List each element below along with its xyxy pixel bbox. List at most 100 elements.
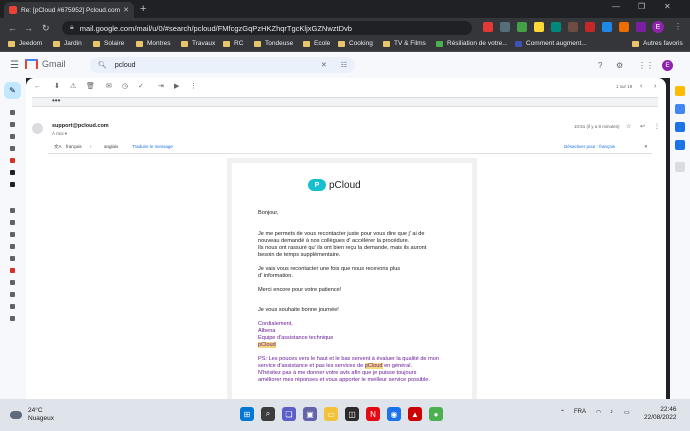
battery-icon[interactable]: ▭ — [624, 409, 630, 416]
extension-icon[interactable] — [500, 22, 510, 32]
bookmark-folder[interactable]: Jeedom — [8, 40, 42, 47]
move-to-icon[interactable]: ⇥ — [158, 83, 164, 91]
reload-icon[interactable]: ↻ — [42, 23, 50, 33]
label-icon[interactable] — [10, 280, 15, 285]
label-icon[interactable] — [10, 256, 15, 261]
more-message-icon[interactable]: ⋮ — [654, 123, 660, 130]
extension-icon[interactable] — [483, 22, 493, 32]
tasks-icon[interactable] — [675, 122, 685, 132]
label-icon[interactable] — [10, 232, 15, 237]
forward-icon[interactable]: → — [24, 23, 33, 33]
label-icon[interactable] — [10, 316, 15, 321]
bookmark-folder[interactable]: Solaire — [93, 40, 124, 47]
search-taskbar-icon[interactable]: ⌕ — [261, 407, 275, 421]
address-bar[interactable]: 🔒︎ mail.google.com/mail/u/0/#search/pclo… — [62, 21, 472, 35]
input-language[interactable]: FRA — [574, 409, 586, 415]
reply-icon[interactable]: ↩ — [640, 123, 645, 130]
disable-translation-link[interactable]: Désactiver pour : français — [564, 144, 615, 149]
delete-icon[interactable]: 🗑︎ — [86, 83, 95, 91]
main-menu-icon[interactable]: ☰ — [10, 60, 19, 71]
extension-icon[interactable] — [534, 22, 544, 32]
bookmark-folder[interactable]: Travaux — [181, 40, 215, 47]
bookmark-folder[interactable]: RC — [223, 40, 243, 47]
gmail-logo[interactable]: Gmail — [25, 59, 66, 69]
starred-icon[interactable] — [10, 122, 15, 127]
wifi-icon[interactable]: ◠ — [596, 409, 601, 416]
add-on-icon[interactable] — [675, 162, 685, 172]
minimize-icon[interactable]: — — [612, 2, 620, 11]
label-icon[interactable] — [10, 304, 15, 309]
search-options-icon[interactable]: ☷ — [341, 61, 347, 69]
extension-icon[interactable] — [568, 22, 578, 32]
new-tab-button[interactable]: + — [140, 3, 146, 15]
netflix-icon[interactable]: N — [366, 407, 380, 421]
more-options-icon[interactable]: ⋮ — [190, 83, 197, 91]
label-icon[interactable] — [10, 220, 15, 225]
sent-icon[interactable] — [10, 146, 15, 151]
report-spam-icon[interactable]: ⚠ — [70, 83, 76, 91]
sender-address[interactable]: support@pcloud.com — [52, 123, 109, 129]
bookmark-folder[interactable]: TV & Films — [383, 40, 426, 47]
volume-icon[interactable]: ♪ — [610, 409, 613, 415]
close-translate-icon[interactable]: ✕ — [644, 144, 648, 150]
puzzle-icon[interactable] — [636, 22, 646, 32]
archive-icon[interactable]: ⬇ — [54, 83, 60, 91]
contacts-icon[interactable] — [675, 140, 685, 150]
snoozed-icon[interactable] — [10, 134, 15, 139]
settings-icon[interactable]: ⚙ — [616, 61, 623, 70]
weather-widget[interactable]: 24°C Nuageux — [10, 407, 54, 422]
translate-message-link[interactable]: Traduire le message — [132, 144, 173, 149]
calendar-icon[interactable] — [675, 86, 685, 96]
chat-icon[interactable]: ▣ — [303, 407, 317, 421]
account-avatar[interactable]: E — [662, 60, 673, 71]
collapsed-messages[interactable]: ••• — [32, 96, 658, 107]
task-view-icon[interactable]: ❏ — [282, 407, 296, 421]
maximize-icon[interactable]: ❐ — [638, 2, 645, 11]
search-icon[interactable]: 🔍︎ — [98, 61, 107, 69]
label-icon[interactable] — [10, 244, 15, 249]
search-input[interactable]: 🔍︎ pcloud ✕ ☷ — [90, 57, 355, 73]
label-icon[interactable] — [10, 158, 15, 163]
keep-icon[interactable] — [675, 104, 685, 114]
bookmark-link[interactable]: Résiliation de votre... — [436, 40, 508, 47]
label-icon[interactable] — [10, 268, 15, 273]
app-icon[interactable]: ▲ — [408, 407, 422, 421]
start-icon[interactable]: ⊞ — [240, 407, 254, 421]
close-tab-icon[interactable]: ✕ — [123, 6, 129, 14]
close-window-icon[interactable]: ✕ — [664, 2, 671, 11]
more-icon[interactable] — [10, 208, 15, 213]
add-to-tasks-icon[interactable]: ✓ — [138, 83, 144, 91]
system-clock[interactable]: 22:46 22/08/2022 — [644, 406, 677, 422]
recipient-details[interactable]: À moi ▾ — [52, 131, 67, 137]
bookmark-folder[interactable]: Tondeuse — [254, 40, 293, 47]
show-hidden-icons[interactable]: ⌃ — [560, 409, 565, 416]
browser-menu-icon[interactable]: ⋮ — [674, 22, 682, 31]
label-icon[interactable] — [10, 292, 15, 297]
app-icon[interactable]: ● — [429, 407, 443, 421]
label-icon[interactable] — [10, 170, 15, 175]
back-icon[interactable]: ← — [8, 23, 17, 33]
chrome-icon[interactable]: ◉ — [387, 407, 401, 421]
bookmark-folder[interactable]: Autres favoris — [632, 40, 683, 47]
bookmark-folder[interactable]: Cooking — [338, 40, 373, 47]
label-icon[interactable] — [10, 182, 15, 187]
support-icon[interactable]: ? — [598, 61, 602, 70]
back-to-list-icon[interactable]: ← — [34, 83, 41, 91]
expand-thread-dots[interactable]: ••• — [52, 96, 60, 105]
extension-icon[interactable] — [602, 22, 612, 32]
extension-icon[interactable] — [517, 22, 527, 32]
label-icon[interactable]: ▶ — [174, 83, 179, 91]
mark-unread-icon[interactable]: ✉ — [106, 83, 112, 91]
store-icon[interactable]: ◫ — [345, 407, 359, 421]
target-language-select[interactable]: anglais — [104, 144, 118, 149]
bookmark-folder[interactable]: Ecole — [303, 40, 330, 47]
extension-icon[interactable] — [551, 22, 561, 32]
apps-icon[interactable]: ⋮⋮ — [638, 61, 654, 70]
file-explorer-icon[interactable]: ▭ — [324, 407, 338, 421]
profile-avatar[interactable]: E — [652, 21, 664, 33]
bookmark-folder[interactable]: Montres — [136, 40, 170, 47]
bookmark-folder[interactable]: Jardin — [53, 40, 82, 47]
clear-search-icon[interactable]: ✕ — [321, 61, 327, 69]
compose-button[interactable]: ✎ — [4, 82, 21, 99]
extension-icon[interactable] — [619, 22, 629, 32]
